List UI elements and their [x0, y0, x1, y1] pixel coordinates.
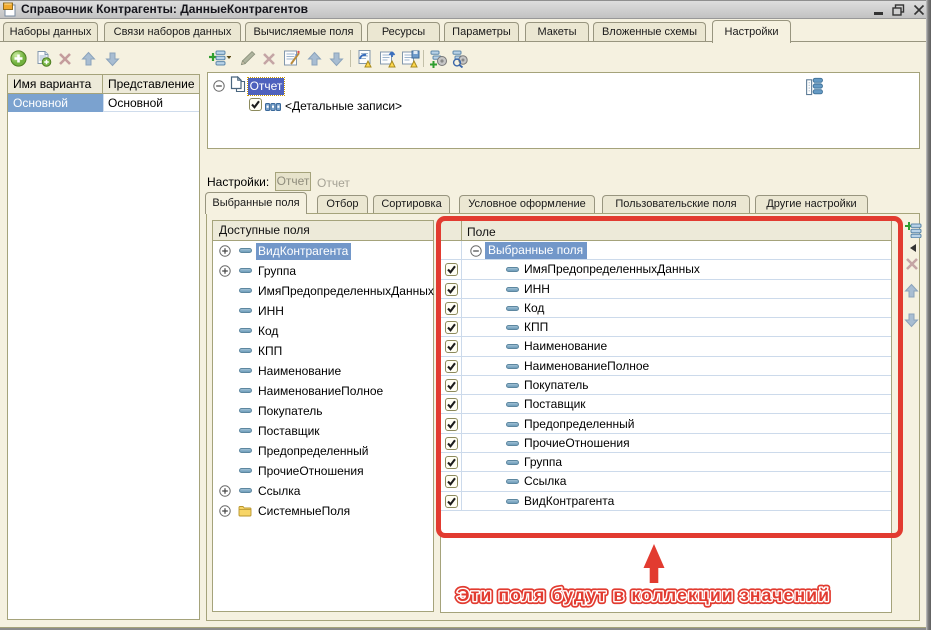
svg-text:Эти поля будут в коллекции зна: Эти поля будут в коллекции значений: [457, 585, 829, 605]
